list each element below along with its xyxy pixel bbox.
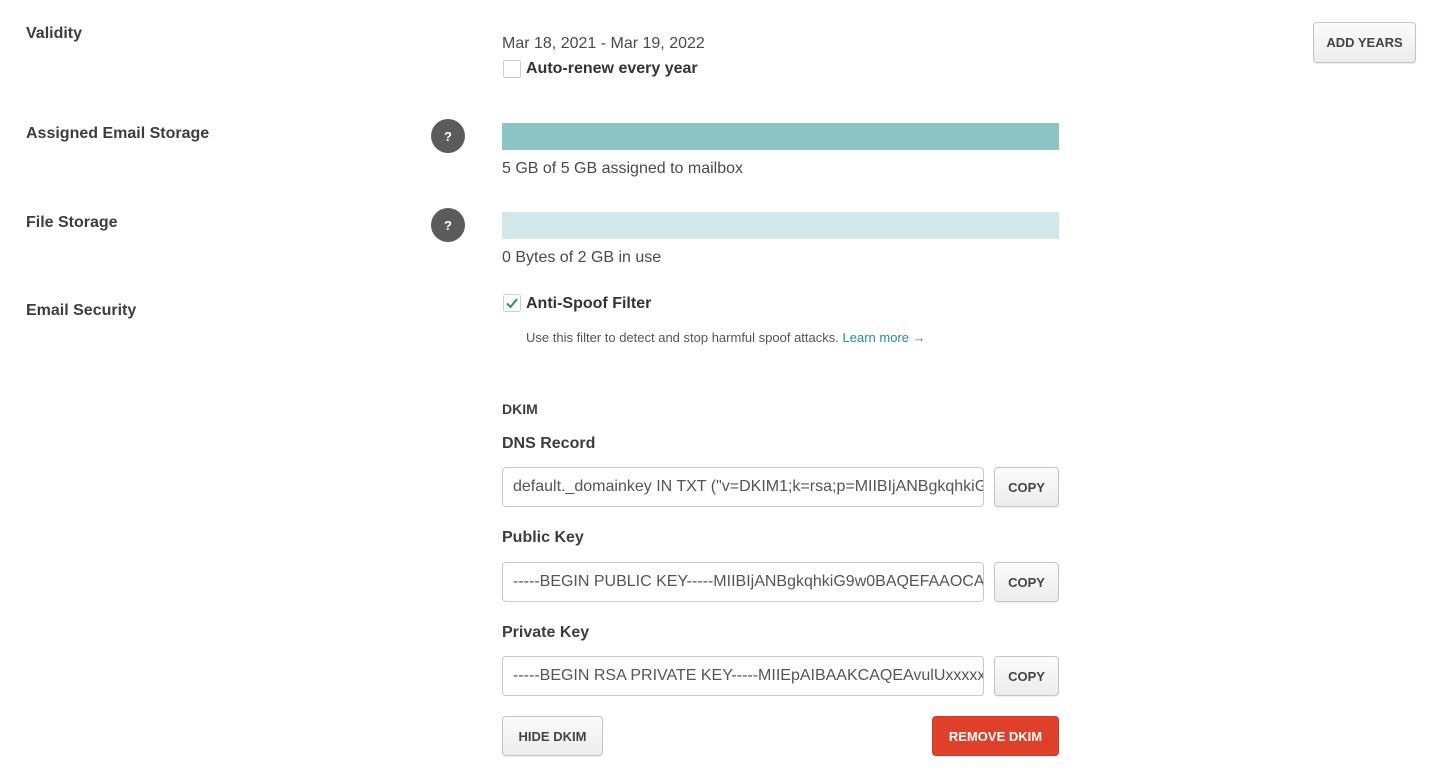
email-storage-bar-fill bbox=[502, 123, 1059, 150]
public-key-field[interactable]: -----BEGIN PUBLIC KEY-----MIIBIjANBgkqhk… bbox=[502, 562, 984, 602]
auto-renew-label: Auto-renew every year bbox=[526, 60, 698, 77]
add-years-button[interactable]: ADD YEARS bbox=[1313, 22, 1416, 63]
checkmark-icon bbox=[503, 294, 521, 312]
anti-spoof-description: Use this filter to detect and stop harmf… bbox=[526, 330, 839, 345]
email-storage-bar bbox=[502, 123, 1059, 150]
anti-spoof-checkbox[interactable] bbox=[503, 294, 521, 312]
file-storage-label: File Storage bbox=[26, 214, 118, 231]
hide-dkim-button[interactable]: HIDE DKIM bbox=[502, 716, 603, 756]
email-storage-label: Assigned Email Storage bbox=[26, 125, 210, 142]
dns-record-label: DNS Record bbox=[502, 435, 596, 452]
public-key-label: Public Key bbox=[502, 529, 584, 546]
auto-renew-checkbox[interactable] bbox=[503, 60, 521, 78]
remove-dkim-button[interactable]: REMOVE DKIM bbox=[932, 716, 1059, 756]
validity-label: Validity bbox=[26, 25, 83, 42]
email-storage-help-icon[interactable]: ? bbox=[431, 119, 465, 153]
file-storage-summary: 0 Bytes of 2 GB in use bbox=[502, 249, 662, 266]
private-key-label: Private Key bbox=[502, 624, 590, 641]
dns-record-field[interactable]: default._domainkey IN TXT ("v=DKIM1;k=rs… bbox=[502, 467, 984, 507]
copy-private-key-button[interactable]: COPY bbox=[994, 656, 1059, 696]
learn-more-link[interactable]: Learn more → bbox=[843, 330, 926, 345]
anti-spoof-label: Anti-Spoof Filter bbox=[526, 295, 652, 312]
dkim-heading: DKIM bbox=[502, 401, 538, 417]
email-security-label: Email Security bbox=[26, 302, 137, 319]
file-storage-bar bbox=[502, 212, 1059, 239]
email-storage-summary: 5 GB of 5 GB assigned to mailbox bbox=[502, 160, 744, 177]
validity-range: Mar 18, 2021 - Mar 19, 2022 bbox=[502, 35, 705, 52]
copy-public-key-button[interactable]: COPY bbox=[994, 562, 1059, 602]
private-key-field[interactable]: -----BEGIN RSA PRIVATE KEY-----MIIEpAIBA… bbox=[502, 656, 984, 696]
copy-dns-record-button[interactable]: COPY bbox=[994, 467, 1059, 507]
file-storage-help-icon[interactable]: ? bbox=[431, 208, 465, 242]
anti-spoof-description-line: Use this filter to detect and stop harmf… bbox=[526, 330, 926, 345]
